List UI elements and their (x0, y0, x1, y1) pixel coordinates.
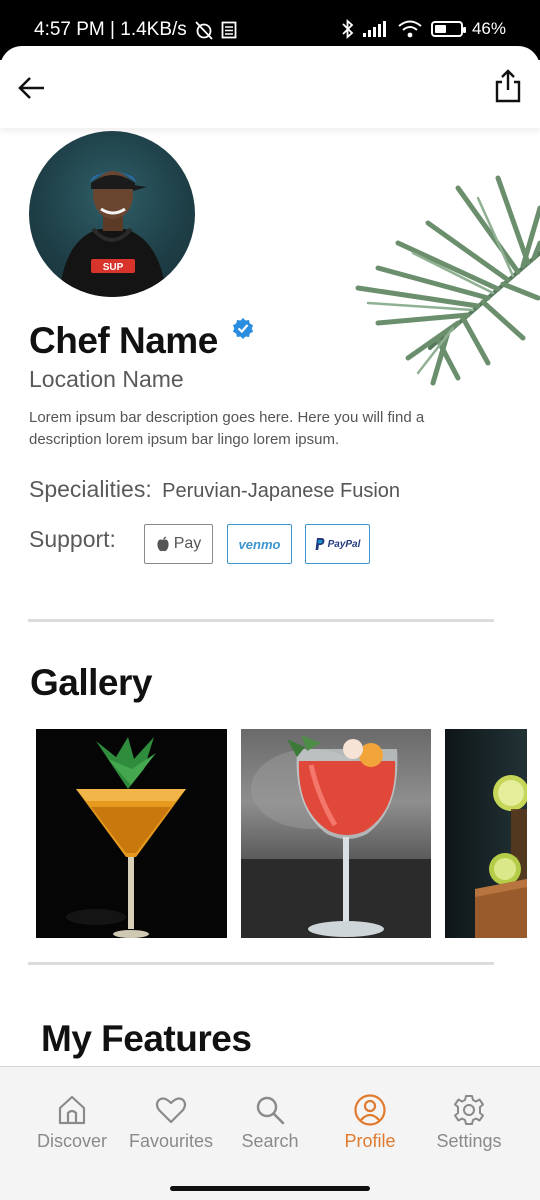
red-spritz-photo (241, 735, 431, 938)
nav-search-label: Search (241, 1131, 299, 1151)
nav-favourites[interactable]: Favourites (121, 1093, 221, 1152)
back-button[interactable] (16, 72, 48, 104)
chef-photo: SUP (59, 171, 167, 297)
gallery-strip[interactable] (0, 729, 540, 938)
venmo-label: venmo (238, 536, 281, 552)
share-button[interactable] (492, 68, 524, 104)
gallery-image-2[interactable] (241, 729, 431, 938)
wifi-icon (398, 20, 422, 38)
features-title: My Features (41, 1018, 252, 1059)
apple-pay-button[interactable]: Pay (144, 524, 213, 564)
nav-settings-label: Settings (436, 1131, 502, 1151)
specialities-label: Specialities: (29, 476, 152, 502)
support-label: Support: (29, 526, 116, 552)
home-indicator (170, 1186, 370, 1191)
paypal-button[interactable]: PayPal (305, 524, 370, 564)
chef-avatar: SUP (29, 131, 195, 297)
alarm-off-icon (195, 21, 213, 40)
share-icon (495, 69, 521, 103)
status-right: 46% (342, 19, 506, 39)
chef-name: Chef Name (29, 320, 218, 361)
rosemary-decoration (355, 175, 540, 386)
gallery-image-1[interactable] (36, 729, 227, 938)
nav-profile[interactable]: Profile (320, 1093, 420, 1152)
news-icon (221, 21, 237, 39)
nav-settings[interactable]: Settings (419, 1093, 519, 1152)
battery-icon (430, 21, 466, 37)
nav-discover-label: Discover (36, 1131, 107, 1151)
status-left: 4:57 PM | 1.4KB/s (34, 19, 237, 41)
nav-discover[interactable]: Discover (22, 1093, 122, 1152)
nav-favourites-label: Favourites (128, 1131, 214, 1151)
home-icon (58, 1095, 86, 1125)
nav-search[interactable]: Search (220, 1093, 320, 1152)
paypal-icon (315, 538, 325, 550)
battery-fill (434, 25, 446, 33)
chef-location: Location Name (29, 366, 184, 392)
orange-martini-photo (66, 737, 186, 938)
signal-icon (362, 21, 386, 37)
gallery-image-3[interactable] (445, 729, 527, 938)
specialities-row: Specialities: Peruvian-Japanese Fusion (29, 476, 400, 503)
nav-profile-label: Profile (344, 1131, 396, 1151)
bottom-nav: Discover Favourites Search Profile Setti… (0, 1066, 540, 1200)
gallery-title: Gallery (30, 662, 152, 703)
svg-text:SUP: SUP (103, 262, 124, 273)
gear-icon (454, 1095, 484, 1125)
heart-icon (155, 1097, 187, 1124)
battery-percent: 46% (471, 19, 506, 38)
specialities-value: Peruvian-Japanese Fusion (162, 480, 401, 502)
search-icon (256, 1096, 285, 1125)
divider-gallery (28, 962, 494, 965)
venmo-button[interactable]: venmo (227, 524, 292, 564)
chef-description: Lorem ipsum bar description goes here. H… (29, 409, 425, 448)
profile-content[interactable]: SUP Chef Name Location Name Lorem ipsum … (0, 128, 540, 1066)
apple-icon (157, 536, 169, 552)
app-bar (0, 46, 540, 128)
arrow-left-icon (18, 77, 44, 99)
divider-top (28, 619, 494, 622)
verified-badge-icon (233, 318, 253, 339)
lime-cocktail-photo (475, 775, 527, 938)
bluetooth-icon (342, 19, 354, 39)
status-time: 4:57 PM | 1.4KB/s (34, 19, 187, 40)
apple-pay-label: Pay (173, 535, 202, 552)
user-circle-icon (354, 1094, 386, 1126)
paypal-label: PayPal (327, 538, 361, 550)
